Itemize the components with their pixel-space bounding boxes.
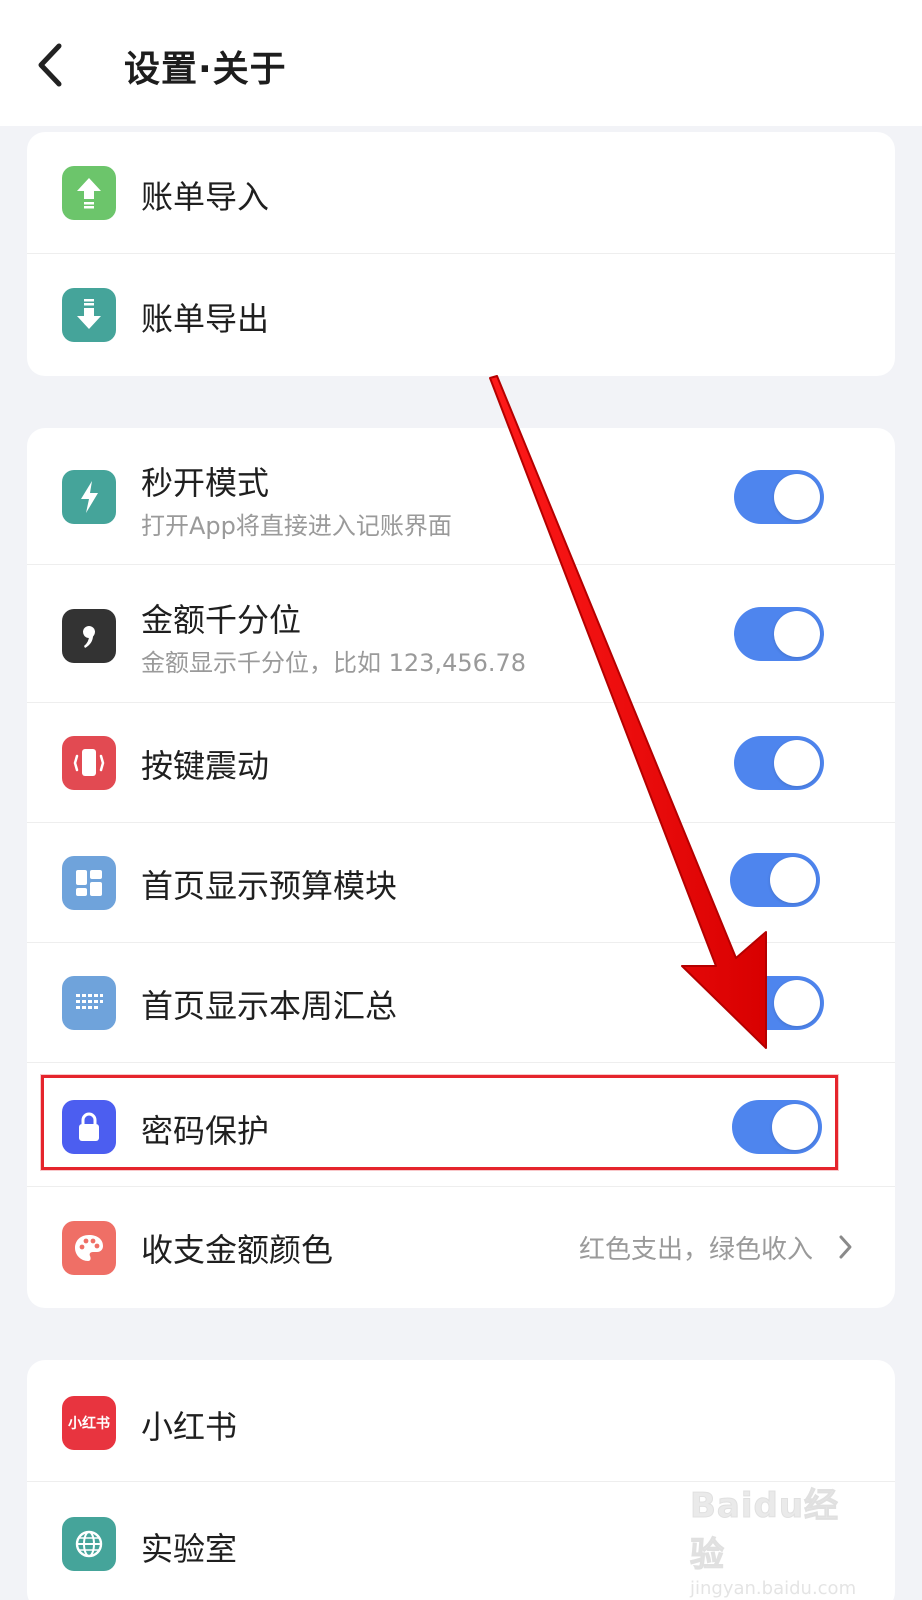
lock-icon (62, 1100, 116, 1154)
list-item-label: 秒开模式 (141, 464, 270, 502)
list-item-password-protection: 密码保护 (27, 1063, 895, 1187)
list-item-home-budget-module: 首页显示预算模块 (27, 823, 895, 943)
key-vibration-toggle[interactable] (734, 736, 824, 790)
import-export-card: 账单导入 账单导出 (27, 132, 895, 376)
list-item-label: 金额千分位 (141, 601, 302, 639)
list-item-label: 首页显示预算模块 (141, 867, 398, 905)
xiaohongshu-logo-text: 小红书 (68, 1416, 110, 1432)
top-nav-bar: 设置·关于 (0, 0, 922, 126)
watermark-url: jingyan.baidu.com (690, 1578, 857, 1599)
chevron-left-icon (38, 43, 62, 87)
comma-icon (62, 609, 116, 663)
list-item-value: 红色支出，绿色收入 (578, 1235, 813, 1265)
page-title: 设置·关于 (124, 49, 287, 90)
chevron-right-icon (839, 1235, 852, 1259)
list-item-label: 收支金额颜色 (141, 1231, 334, 1269)
vibrate-icon (62, 736, 116, 790)
download-icon (62, 288, 116, 342)
list-item-label: 实验室 (141, 1530, 238, 1568)
home-weekly-summary-toggle[interactable] (734, 976, 824, 1030)
list-item-bill-import[interactable]: 账单导入 (27, 132, 895, 254)
list-item-label: 按键震动 (141, 747, 270, 785)
list-item-label: 账单导出 (141, 300, 270, 338)
home-budget-toggle[interactable] (730, 853, 820, 907)
list-item-thousands-separator: 金额千分位 金额显示千分位，比如 123,456.78 (27, 565, 895, 703)
quick-open-toggle[interactable] (734, 470, 824, 524)
list-item-bill-export[interactable]: 账单导出 (27, 254, 895, 376)
back-button[interactable] (30, 40, 70, 90)
xiaohongshu-icon: 小红书 (62, 1396, 116, 1450)
settings-card: 秒开模式 打开App将直接进入记账界面 金额千分位 金额显示千分位，比如 123… (27, 428, 895, 1308)
lightning-icon (62, 470, 116, 524)
baidu-watermark: Baidu经验 jingyan.baidu.com (690, 1478, 860, 1600)
watermark-logo: Baidu经验 (690, 1486, 840, 1576)
upload-icon (62, 166, 116, 220)
list-item-amount-color[interactable]: 收支金额颜色 红色支出，绿色收入 (27, 1187, 895, 1307)
list-item-label: 密码保护 (141, 1112, 270, 1150)
list-item-key-vibration: 按键震动 (27, 703, 895, 823)
list-item-quick-open: 秒开模式 打开App将直接进入记账界面 (27, 428, 895, 565)
thousands-separator-toggle[interactable] (734, 607, 824, 661)
list-item-label: 小红书 (141, 1408, 238, 1446)
list-item-xiaohongshu[interactable]: 小红书 小红书 (27, 1360, 895, 1482)
list-item-home-weekly-summary: 首页显示本周汇总 (27, 943, 895, 1063)
globe-icon (62, 1517, 116, 1571)
list-item-description: 金额显示千分位，比如 123,456.78 (141, 649, 527, 677)
calendar-icon (62, 976, 116, 1030)
list-item-label: 账单导入 (141, 178, 270, 216)
list-item-label: 首页显示本周汇总 (141, 987, 398, 1025)
list-item-description: 打开App将直接进入记账界面 (141, 512, 452, 540)
password-protection-toggle[interactable] (732, 1100, 822, 1154)
palette-icon (62, 1221, 116, 1275)
grid-icon (62, 856, 116, 910)
